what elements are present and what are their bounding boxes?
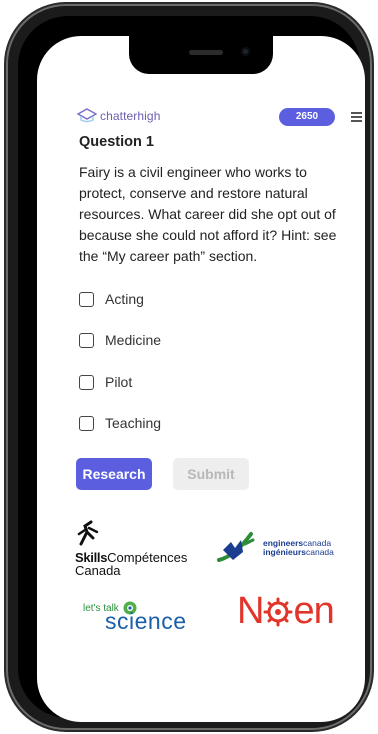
option-label: Teaching [105,415,162,431]
ngen-en: en [293,590,334,632]
lets-talk-science-logo: let's talk science [83,600,186,635]
science-text: science [105,608,187,634]
canada-word: Canada [75,563,121,578]
ngen-logo: N en [237,590,335,633]
notch [129,36,273,74]
option-label: Medicine [105,332,162,348]
submit-button[interactable]: Submit [173,458,249,490]
checkbox[interactable] [79,291,94,307]
checkbox[interactable] [79,374,94,390]
phone-bezel: chatterhigh 2650 Question 1 Fairy is a c… [18,16,365,722]
hamburger-menu-icon[interactable] [351,112,362,124]
phone-frame: chatterhigh 2650 Question 1 Fairy is a c… [6,4,372,730]
option-pilot[interactable]: Pilot [79,371,132,393]
question-title: Question 1 [79,134,154,150]
checkbox[interactable] [79,332,94,348]
engineers-canada-logo: engineerscanada ingénieurscanada [217,530,334,566]
option-label: Pilot [105,374,133,390]
question-text: Fairy is a civil engineer who works to p… [79,164,337,264]
maple-leaf-swoosh-icon [217,532,255,562]
skills-canada-logo: SkillsCompétences Canada [75,520,187,577]
skills-figure-icon [77,520,99,546]
ngen-n: N [237,590,264,632]
option-label: Acting [105,291,144,307]
points-badge: 2650 [279,108,335,126]
option-acting[interactable]: Acting [79,288,144,310]
research-button[interactable]: Research [76,458,152,490]
option-medicine[interactable]: Medicine [79,329,161,351]
brand-name: chatterhigh [100,109,161,123]
gear-g-icon [263,597,293,626]
speaker-grille [189,50,223,55]
brand-logo[interactable]: chatterhigh [77,108,160,124]
option-teaching[interactable]: Teaching [79,412,161,434]
ingenieurs-word: ingénieurs [263,547,306,557]
top-bar: chatterhigh 2650 [37,106,365,130]
graduation-cap-icon [77,108,97,123]
phone-screen: chatterhigh 2650 Question 1 Fairy is a c… [37,36,365,722]
canada-suffix: canada [305,547,334,557]
front-camera [241,47,250,56]
checkbox[interactable] [79,415,94,431]
